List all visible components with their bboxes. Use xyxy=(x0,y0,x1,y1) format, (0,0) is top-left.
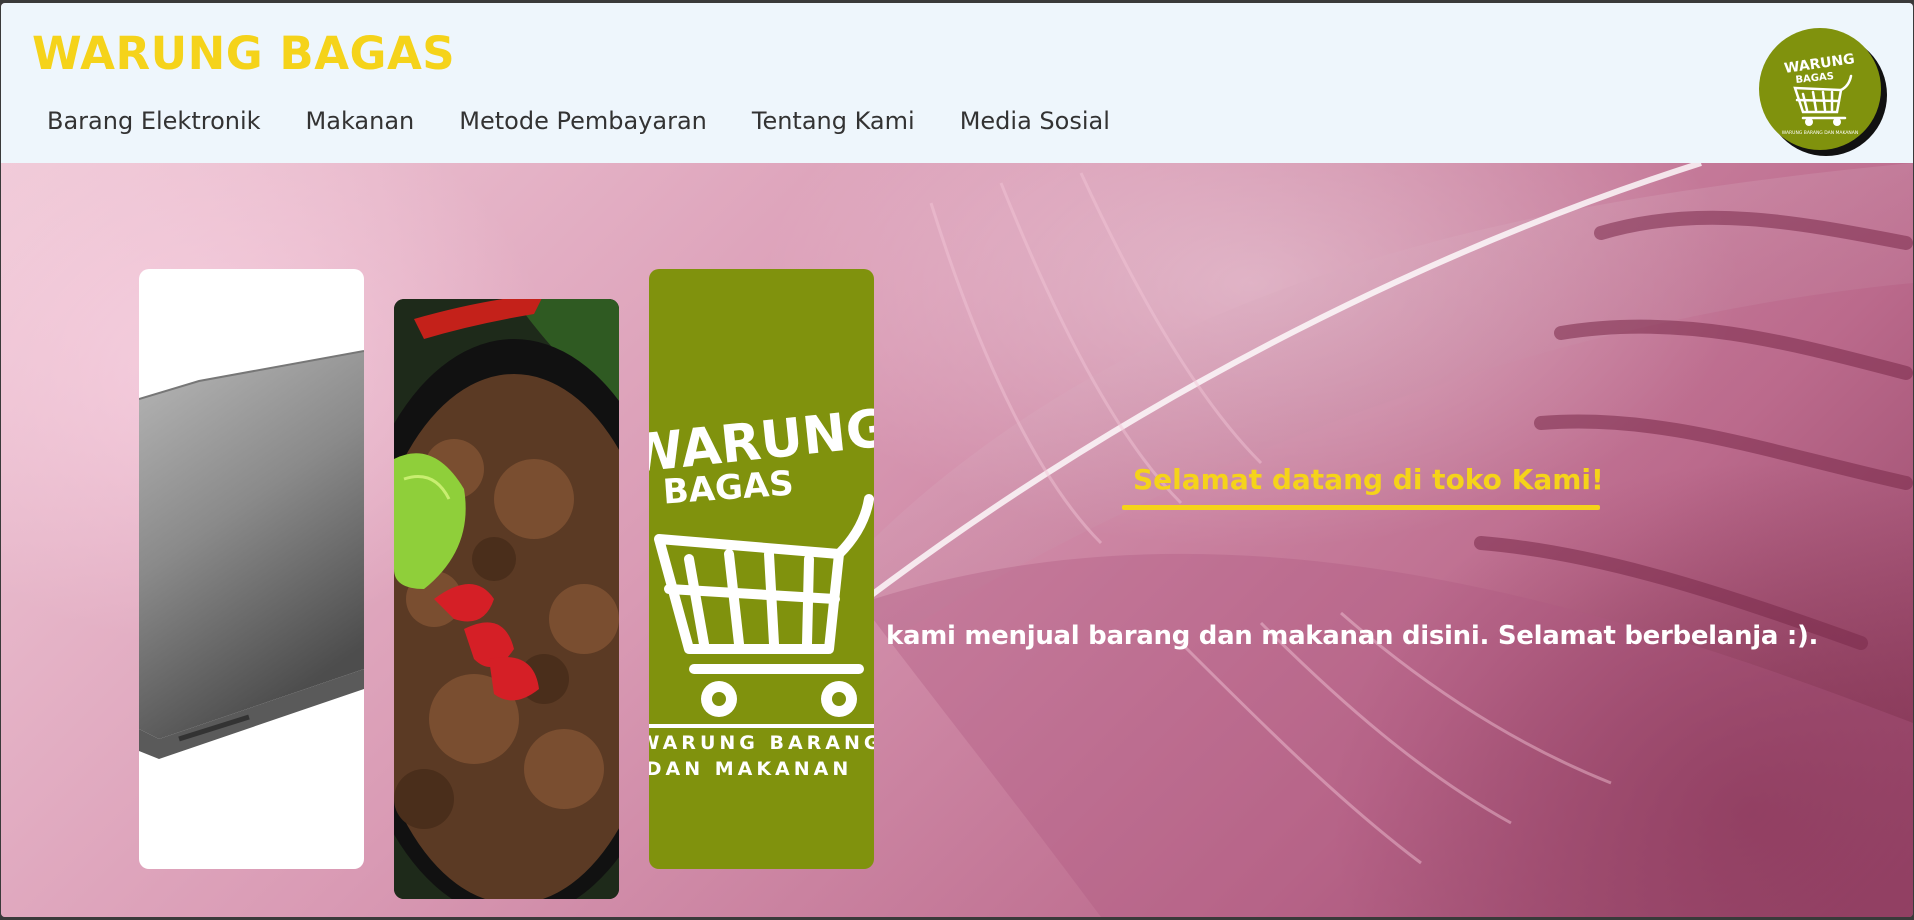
card-logo-tagline1: WARUNG BARANG xyxy=(649,732,874,754)
logo-tagline: WARUNG BARANG DAN MAKANAN xyxy=(1782,130,1858,136)
browser-viewport: WARUNG BAGAS Barang Elektronik Makanan M… xyxy=(1,3,1913,917)
welcome-heading: Selamat datang di toko Kami! xyxy=(1133,463,1604,496)
card-warung-logo[interactable]: WARUNG BAGAS WARUNG BARANG DAN MAKANAN xyxy=(649,269,874,869)
cart-logo-icon: WARUNG BAGAS WARUNG BARANG DAN MAKANAN xyxy=(1782,51,1858,136)
rendang-food-image xyxy=(394,299,619,899)
laptop-image xyxy=(139,350,364,759)
hero-section: WARUNG BAGAS WARUNG BARANG DAN MAKANAN S… xyxy=(1,163,1913,917)
card-laptop[interactable] xyxy=(139,269,364,869)
main-nav: Barang Elektronik Makanan Metode Pembaya… xyxy=(47,107,1155,135)
welcome-text: kami menjual barang dan makanan disini. … xyxy=(886,621,1819,651)
logo-badge[interactable]: WARUNG BAGAS WARUNG BARANG DAN MAKANAN xyxy=(1759,28,1881,150)
site-header: WARUNG BAGAS Barang Elektronik Makanan M… xyxy=(1,3,1913,163)
nav-item-tentang-kami[interactable]: Tentang Kami xyxy=(752,107,915,135)
nav-item-makanan[interactable]: Makanan xyxy=(306,107,415,135)
card-logo-line2: BAGAS xyxy=(662,464,795,513)
welcome-underline xyxy=(1122,505,1600,510)
site-brand-title[interactable]: WARUNG BAGAS xyxy=(32,27,455,80)
card-logo-tagline2: DAN MAKANAN xyxy=(649,758,852,780)
nav-item-barang-elektronik[interactable]: Barang Elektronik xyxy=(47,107,261,135)
card-food[interactable] xyxy=(394,299,619,899)
warung-bagas-logo-image: WARUNG BAGAS WARUNG BARANG DAN MAKANAN xyxy=(649,398,874,780)
nav-item-metode-pembayaran[interactable]: Metode Pembayaran xyxy=(459,107,707,135)
nav-item-media-sosial[interactable]: Media Sosial xyxy=(960,107,1110,135)
